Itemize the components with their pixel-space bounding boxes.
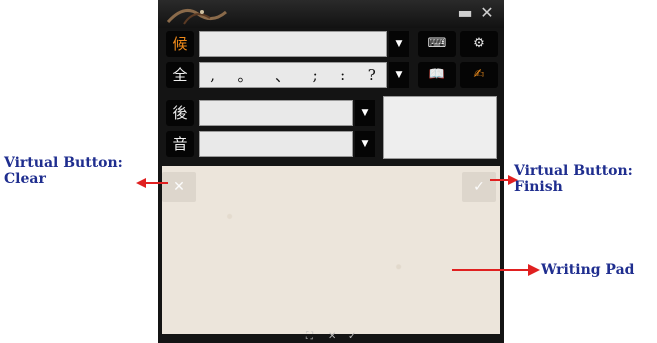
candidate-dropdown-button[interactable]: ▼ [389, 31, 409, 57]
punct-enum-comma[interactable]: 、 [275, 65, 290, 86]
candidate-field[interactable] [199, 31, 387, 57]
punct-period[interactable]: 。 [238, 65, 253, 86]
handwriting-ime-window: ▬ ✕ 候 ▼ ⌨ ⚙ 全 , 。 、 ; : ? ▼ 📖 ✍ 後 ▼ 音 ▼ … [158, 0, 504, 343]
close-button[interactable]: ✕ [478, 4, 496, 22]
pen-icon: ✍ [473, 67, 485, 82]
arrow-to-finish [490, 175, 518, 185]
annotation-finish: Virtual Button: Finish [514, 163, 633, 195]
arrow-to-clear [136, 178, 168, 188]
check-icon: ✓ [473, 179, 485, 195]
phonetic-field[interactable] [199, 131, 353, 157]
book-icon: 📖 [428, 67, 446, 82]
phonetic-label: 音 [166, 131, 194, 157]
bottom-finish-icon[interactable]: ✓ [348, 331, 356, 342]
punct-semicolon[interactable]: ; [313, 66, 318, 84]
bottom-bar: ⛶ ✕ ✓ [158, 331, 504, 343]
resize-icon[interactable]: ⛶ [306, 331, 313, 342]
punctuation-list: , 。 、 ; : ? [199, 62, 387, 88]
keyboard-icon: ⌨ [427, 36, 447, 51]
association-field[interactable] [199, 100, 353, 126]
candidate-label: 候 [166, 31, 194, 57]
annotation-clear: Virtual Button: Clear [4, 155, 123, 187]
bottom-clear-icon[interactable]: ✕ [328, 331, 336, 342]
title-bar[interactable]: ▬ ✕ [158, 0, 504, 28]
writing-pad[interactable]: ✕ ✓ [162, 166, 500, 334]
association-label: 後 [166, 100, 194, 126]
arrow-to-writing-pad [452, 264, 540, 276]
clear-icon: ✕ [173, 179, 185, 195]
punctuation-dropdown-button[interactable]: ▼ [389, 62, 409, 88]
fullwidth-label: 全 [166, 62, 194, 88]
brush-logo-icon [166, 8, 227, 25]
phonetic-dropdown-button[interactable]: ▼ [355, 131, 375, 157]
punct-question[interactable]: ? [368, 66, 376, 84]
punct-comma[interactable]: , [210, 66, 215, 84]
gear-icon: ⚙ [473, 36, 485, 51]
settings-button[interactable]: ⚙ [460, 31, 498, 57]
character-preview-box [383, 96, 497, 159]
dictionary-button[interactable]: 📖 [418, 62, 456, 88]
annotation-writing-pad: Writing Pad [541, 262, 635, 278]
punct-colon[interactable]: : [340, 66, 345, 84]
keyboard-button[interactable]: ⌨ [418, 31, 456, 57]
minimize-button[interactable]: ▬ [456, 4, 474, 22]
association-dropdown-button[interactable]: ▼ [355, 100, 375, 126]
write-button[interactable]: ✍ [460, 62, 498, 88]
